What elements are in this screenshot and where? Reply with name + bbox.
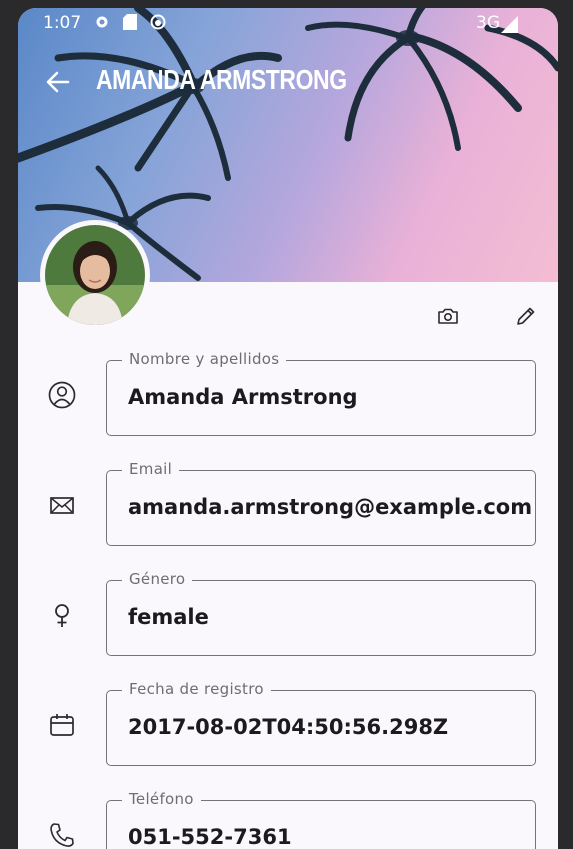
registration-date-value: 2017-08-02T04:50:56.298Z	[128, 715, 449, 739]
female-icon	[55, 604, 69, 627]
name-field[interactable]: Nombre y apellidos Amanda Armstrong	[106, 350, 536, 436]
field-row-registration: Fecha de registro 2017-08-02T04:50:56.29…	[18, 680, 558, 768]
gender-field-value: female	[128, 605, 209, 629]
field-row-email: Email amanda.armstrong@example.com	[18, 460, 558, 548]
registration-date-field[interactable]: Fecha de registro 2017-08-02T04:50:56.29…	[106, 680, 536, 766]
sd-card-icon	[123, 14, 137, 30]
network-type: 3G	[476, 13, 500, 33]
calendar-icon	[50, 714, 74, 736]
phone-screen: 1:07 3G AMANDA ARMSTRONG Nombre y apelli…	[18, 8, 558, 849]
name-field-label: Nombre y apellidos	[122, 350, 287, 368]
edit-pencil-icon[interactable]	[514, 304, 538, 328]
gender-field-label: Género	[122, 570, 193, 588]
person-icon	[48, 381, 76, 409]
phone-field-label: Teléfono	[122, 790, 201, 808]
email-field[interactable]: Email amanda.armstrong@example.com	[106, 460, 536, 546]
status-icons	[94, 14, 166, 30]
camera-icon[interactable]	[436, 304, 460, 328]
field-row-phone: Teléfono 051-552-7361	[18, 790, 558, 849]
avatar	[40, 220, 150, 330]
status-time: 1:07	[43, 13, 82, 33]
email-field-value: amanda.armstrong@example.com	[128, 495, 533, 519]
back-arrow-icon[interactable]	[42, 66, 74, 98]
gender-field[interactable]: Género female	[106, 570, 536, 656]
field-row-name: Nombre y apellidos Amanda Armstrong	[18, 350, 558, 438]
name-field-value: Amanda Armstrong	[128, 385, 358, 409]
mail-icon	[50, 497, 74, 514]
profile-photo	[45, 225, 145, 325]
phone-field[interactable]: Teléfono 051-552-7361	[106, 790, 536, 849]
smiley-icon	[150, 14, 166, 30]
signal-icon	[501, 16, 518, 33]
phone-field-value: 051-552-7361	[128, 825, 292, 849]
email-field-label: Email	[122, 460, 180, 478]
settings-icon	[96, 16, 108, 28]
page-title: AMANDA ARMSTRONG	[96, 64, 347, 95]
app-bar: AMANDA ARMSTRONG	[18, 60, 558, 104]
field-row-gender: Género female	[18, 570, 558, 658]
registration-date-label: Fecha de registro	[122, 680, 271, 698]
status-bar: 1:07 3G	[18, 8, 558, 38]
phone-icon	[50, 823, 74, 847]
